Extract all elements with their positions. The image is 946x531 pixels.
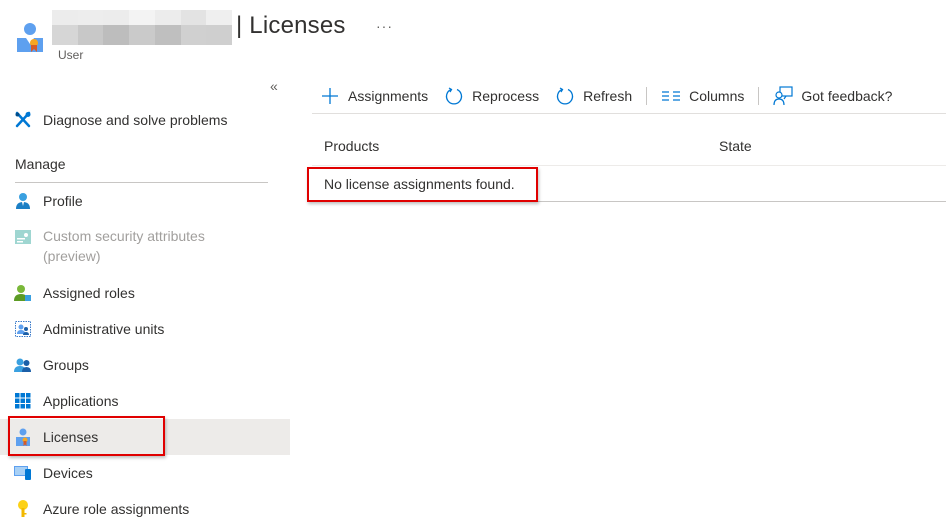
user-license-icon: [17, 23, 43, 52]
sidebar-item-label: Assigned roles: [43, 285, 135, 301]
page-title: | Licenses: [236, 12, 346, 39]
page-header: | Licenses ··· User: [0, 0, 946, 70]
sidebar-item-devices[interactable]: Devices: [0, 455, 290, 491]
sidebar-item-label: Licenses: [43, 429, 99, 445]
refresh-icon: [555, 86, 575, 106]
feedback-button[interactable]: Got feedback?: [765, 80, 900, 112]
grid-header-row: Products State: [312, 128, 946, 166]
sidebar-item-label: Devices: [43, 465, 93, 481]
sidebar: « Diagnose and solve problems Manage Pro…: [0, 70, 300, 531]
sidebar-item-label: Profile: [43, 193, 83, 209]
add-assignments-button[interactable]: Assignments: [312, 80, 436, 112]
admin-units-icon: [14, 320, 32, 338]
sidebar-item-groups[interactable]: Groups: [0, 347, 290, 383]
sidebar-item-diagnose[interactable]: Diagnose and solve problems: [0, 102, 290, 138]
empty-state-message: No license assignments found.: [324, 176, 515, 192]
sidebar-item-administrative-units[interactable]: Administrative units: [0, 311, 290, 347]
reprocess-icon: [444, 86, 464, 106]
refresh-label: Refresh: [583, 87, 633, 104]
column-header-products[interactable]: Products: [324, 138, 379, 154]
sidebar-item-label: Custom security attributes (preview): [43, 228, 205, 264]
section-header-manage: Manage: [15, 156, 66, 172]
sidebar-item-azure-role-assignments[interactable]: Azure role assignments: [0, 491, 290, 527]
sidebar-item-label: Groups: [43, 357, 89, 373]
wrench-icon: [14, 111, 32, 129]
page-subtitle: User: [58, 48, 84, 62]
devices-icon: [14, 464, 32, 482]
feedback-icon: [773, 85, 793, 106]
licenses-icon: [14, 428, 32, 446]
columns-button[interactable]: Columns: [653, 80, 752, 112]
refresh-button[interactable]: Refresh: [547, 80, 640, 112]
command-bar: Assignments Reprocess Refresh Columns Go…: [312, 78, 946, 114]
reprocess-label: Reprocess: [472, 87, 540, 104]
reprocess-button[interactable]: Reprocess: [436, 80, 547, 112]
sidebar-item-assigned-roles[interactable]: Assigned roles: [0, 275, 290, 311]
toolbar-separator: [646, 86, 648, 105]
add-assignments-label: Assignments: [348, 87, 429, 104]
column-header-state[interactable]: State: [719, 138, 752, 154]
sidebar-item-label: Applications: [43, 393, 119, 409]
sidebar-item-custom-security-attributes[interactable]: Custom security attributes (preview): [0, 222, 290, 266]
plus-icon: [320, 86, 340, 106]
sidebar-item-label: Azure role assignments: [43, 501, 190, 517]
toolbar-separator: [758, 86, 760, 105]
sidebar-item-label: Diagnose and solve problems: [43, 112, 228, 128]
columns-icon: [661, 86, 681, 106]
collapse-sidebar-button[interactable]: «: [270, 78, 278, 94]
sidebar-item-label: Administrative units: [43, 321, 165, 337]
key-icon: [14, 500, 32, 518]
redacted-user-name: [52, 10, 232, 45]
sidebar-item-licenses[interactable]: Licenses: [0, 419, 290, 455]
groups-icon: [14, 356, 32, 374]
columns-label: Columns: [689, 87, 745, 104]
applications-icon: [14, 392, 32, 410]
profile-icon: [14, 192, 32, 210]
empty-state-row: No license assignments found.: [312, 166, 946, 202]
sidebar-item-profile[interactable]: Profile: [0, 183, 290, 219]
security-attributes-icon: [14, 228, 32, 246]
feedback-label: Got feedback?: [801, 87, 893, 104]
more-options-button[interactable]: ···: [376, 18, 393, 34]
assigned-roles-icon: [14, 284, 32, 302]
sidebar-item-applications[interactable]: Applications: [0, 383, 290, 419]
